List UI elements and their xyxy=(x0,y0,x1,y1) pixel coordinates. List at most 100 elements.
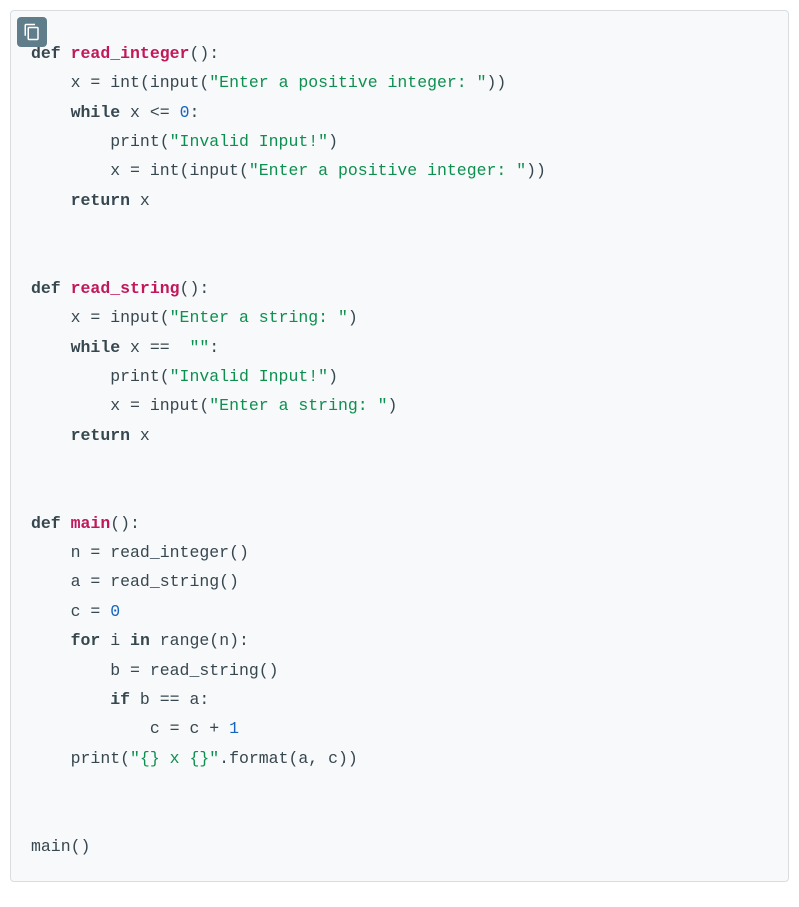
code-token xyxy=(31,602,71,621)
code-token: + xyxy=(209,719,219,738)
code-token: "Invalid Input!" xyxy=(170,367,328,386)
code-token: = xyxy=(130,396,140,415)
code-token: read_string xyxy=(100,572,219,591)
code-content: def read_integer(): x = int(input("Enter… xyxy=(31,39,768,861)
code-token: ( xyxy=(239,161,249,180)
code-token xyxy=(219,719,229,738)
code-token: a xyxy=(298,749,308,768)
code-token: = xyxy=(130,161,140,180)
code-token: b xyxy=(130,690,160,709)
code-token: 1 xyxy=(229,719,239,738)
code-token: )) xyxy=(338,749,358,768)
code-token: <= xyxy=(150,103,170,122)
code-token: () xyxy=(219,572,239,591)
code-token: ( xyxy=(288,749,298,768)
code-token: x xyxy=(130,426,150,445)
code-token xyxy=(61,44,71,63)
code-token: "Enter a string: " xyxy=(209,396,387,415)
code-token: for xyxy=(71,631,101,650)
code-token: main xyxy=(71,514,111,533)
copy-button[interactable] xyxy=(17,17,47,47)
code-token: x xyxy=(110,161,130,180)
code-token: input xyxy=(140,396,199,415)
code-token xyxy=(31,749,71,768)
code-token: read_integer xyxy=(71,44,190,63)
code-token: "Enter a string: " xyxy=(170,308,348,327)
code-token xyxy=(170,103,180,122)
code-token: = xyxy=(170,719,180,738)
code-token xyxy=(31,103,71,122)
code-token: ): xyxy=(229,631,249,650)
code-token: "{} x {}" xyxy=(130,749,219,768)
code-token: a xyxy=(180,690,200,709)
code-token: i xyxy=(100,631,130,650)
code-token: read_string xyxy=(140,661,259,680)
code-token: ( xyxy=(209,631,219,650)
code-token: () xyxy=(229,543,249,562)
code-token: ( xyxy=(160,308,170,327)
code-token xyxy=(31,73,71,92)
code-token: return xyxy=(71,191,130,210)
code-token: x xyxy=(120,103,150,122)
code-block: def read_integer(): x = int(input("Enter… xyxy=(10,10,789,882)
code-token xyxy=(170,338,190,357)
code-token xyxy=(31,367,110,386)
code-token: print xyxy=(71,749,121,768)
code-token: c xyxy=(71,602,91,621)
code-token xyxy=(31,191,71,210)
code-token: c xyxy=(150,719,170,738)
code-token xyxy=(100,602,110,621)
code-token: in xyxy=(130,631,150,650)
code-token: x xyxy=(130,191,150,210)
code-token xyxy=(31,308,71,327)
code-token xyxy=(61,514,71,533)
code-token: ( xyxy=(180,161,190,180)
code-token: = xyxy=(90,572,100,591)
code-token: ) xyxy=(348,308,358,327)
code-token: def xyxy=(31,514,61,533)
code-token: return xyxy=(71,426,130,445)
code-token: int xyxy=(100,73,140,92)
code-token: ( xyxy=(199,73,209,92)
code-token: ) xyxy=(388,396,398,415)
code-token: x xyxy=(71,73,91,92)
code-token: = xyxy=(90,543,100,562)
code-token: while xyxy=(71,103,121,122)
code-token: == xyxy=(160,690,180,709)
clipboard-icon xyxy=(23,23,41,41)
code-token: input xyxy=(100,308,159,327)
code-token: , xyxy=(308,749,328,768)
code-token: : xyxy=(209,338,219,357)
code-token: : xyxy=(199,690,209,709)
code-token: read_integer xyxy=(100,543,229,562)
code-token: x xyxy=(71,308,91,327)
code-token: == xyxy=(150,338,170,357)
code-token: print xyxy=(110,367,160,386)
code-token: range xyxy=(150,631,209,650)
code-token: (): xyxy=(110,514,140,533)
code-token: main xyxy=(31,837,71,856)
code-token: "" xyxy=(189,338,209,357)
code-token: x xyxy=(120,338,150,357)
code-token xyxy=(31,719,150,738)
code-token: = xyxy=(90,308,100,327)
code-token: read_string xyxy=(71,279,180,298)
code-token: print xyxy=(110,132,160,151)
code-token: : xyxy=(189,103,199,122)
code-token: . xyxy=(219,749,229,768)
code-token: input xyxy=(189,161,239,180)
code-token: input xyxy=(150,73,200,92)
code-token xyxy=(31,661,110,680)
code-token: )) xyxy=(526,161,546,180)
code-token xyxy=(31,396,110,415)
code-token: )) xyxy=(487,73,507,92)
code-token: n xyxy=(219,631,229,650)
code-token: ( xyxy=(120,749,130,768)
code-token xyxy=(61,279,71,298)
code-token: c xyxy=(180,719,210,738)
code-token: = xyxy=(90,602,100,621)
code-token: = xyxy=(90,73,100,92)
code-token: ) xyxy=(328,132,338,151)
code-token: 0 xyxy=(110,602,120,621)
code-token xyxy=(31,426,71,445)
